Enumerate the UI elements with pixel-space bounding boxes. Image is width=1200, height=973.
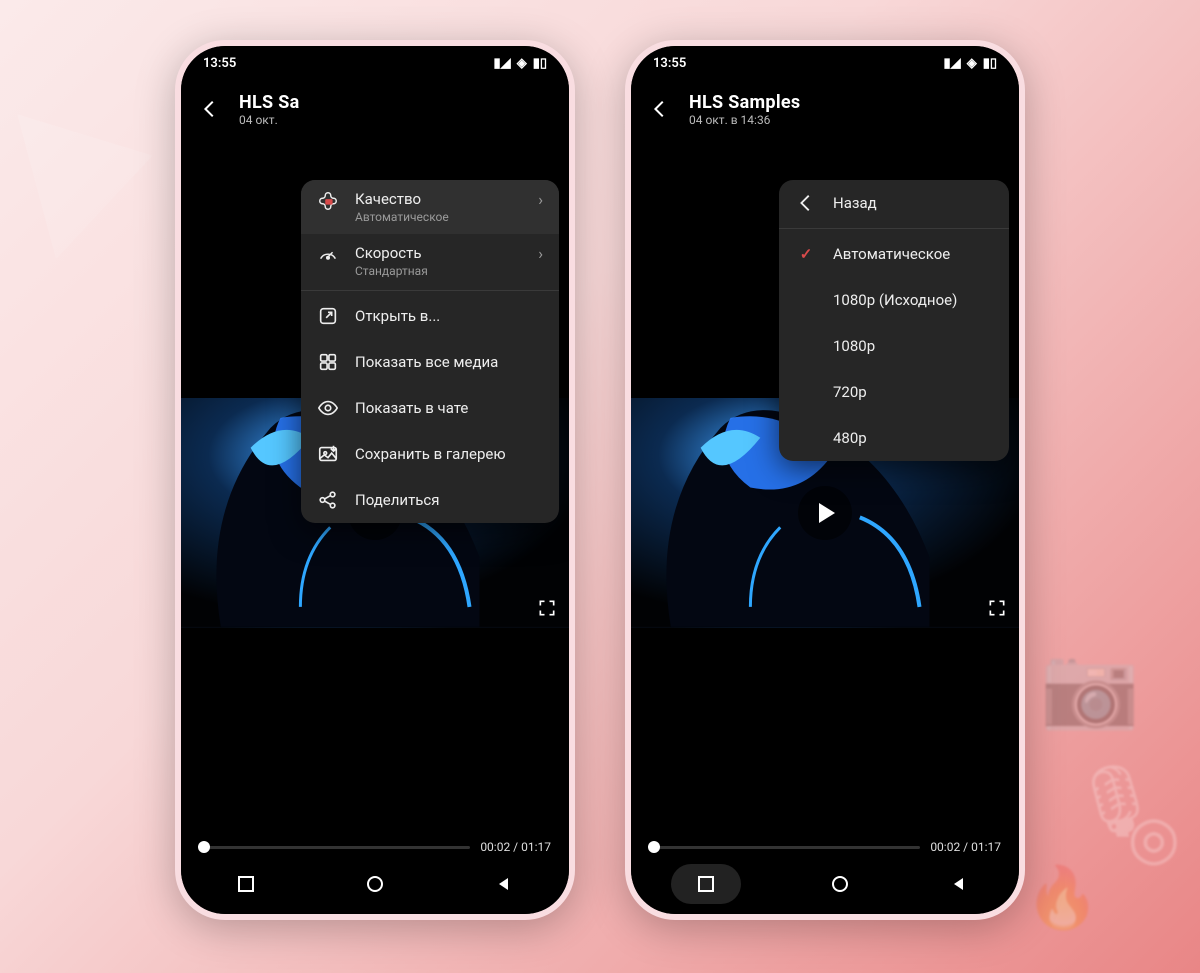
checkmark-icon: ✓ bbox=[795, 243, 817, 265]
bg-decor-camera-icon: 📷 bbox=[1040, 640, 1140, 734]
grid-icon bbox=[317, 351, 339, 373]
seekbar[interactable] bbox=[649, 846, 920, 849]
quality-menu-back[interactable]: Назад bbox=[779, 180, 1009, 226]
menu-item-speed[interactable]: Скорость Стандартная › bbox=[301, 234, 559, 288]
menu-separator bbox=[779, 228, 1009, 229]
speedometer-icon bbox=[317, 244, 339, 266]
menu-item-show-all-media-label: Показать все медиа bbox=[355, 353, 543, 371]
quality-option-720[interactable]: 720p bbox=[779, 369, 1009, 415]
menu-item-show-in-chat[interactable]: Показать в чате bbox=[301, 385, 559, 431]
menu-item-speed-value: Стандартная bbox=[355, 264, 522, 278]
nav-home-button[interactable] bbox=[820, 864, 860, 904]
menu-item-open-in-label: Открыть в... bbox=[355, 307, 543, 325]
seekbar-row: 00:02 / 01:17 bbox=[199, 840, 551, 854]
status-time: 13:55 bbox=[203, 56, 236, 71]
bg-decor-donut-icon: ◎ bbox=[1128, 802, 1180, 873]
status-icons: ▮◢ ◈ ▮▯ bbox=[494, 56, 547, 71]
video-title: HLS Samples bbox=[689, 92, 800, 113]
settings-hd-icon bbox=[317, 190, 339, 212]
play-button[interactable] bbox=[798, 486, 852, 540]
video-subtitle: 04 окт. в 14:36 bbox=[689, 113, 800, 127]
chevron-right-icon: › bbox=[538, 190, 543, 209]
menu-item-open-in[interactable]: Открыть в... bbox=[301, 293, 559, 339]
menu-item-quality[interactable]: Качество Автоматическое › bbox=[301, 180, 559, 234]
phone-left: 13:55 ▮◢ ◈ ▮▯ HLS Sa 04 окт. bbox=[175, 40, 575, 920]
back-button[interactable] bbox=[199, 98, 221, 120]
menu-item-speed-label: Скорость bbox=[355, 244, 522, 262]
menu-item-save-gallery-label: Сохранить в галерею bbox=[355, 445, 543, 463]
android-navbar bbox=[631, 862, 1019, 906]
signal-icon: ▮◢ bbox=[494, 56, 511, 71]
time-display: 00:02 / 01:17 bbox=[480, 840, 551, 854]
menu-item-save-gallery[interactable]: Сохранить в галерею bbox=[301, 431, 559, 477]
quality-option-1080-source[interactable]: 1080p (Исходное) bbox=[779, 277, 1009, 323]
save-image-icon bbox=[317, 443, 339, 465]
eye-icon bbox=[317, 397, 339, 419]
status-time: 13:55 bbox=[653, 56, 686, 71]
video-subtitle: 04 окт. bbox=[239, 113, 300, 127]
phone-right: 13:55 ▮◢ ◈ ▮▯ HLS Samples 04 окт. в 14:3… bbox=[625, 40, 1025, 920]
status-bar: 13:55 ▮◢ ◈ ▮▯ bbox=[631, 46, 1019, 80]
battery-icon: ▮▯ bbox=[533, 56, 547, 71]
quality-option-1080-label: 1080p bbox=[833, 337, 993, 355]
share-icon bbox=[317, 489, 339, 511]
seekbar-row: 00:02 / 01:17 bbox=[649, 840, 1001, 854]
player-header: HLS Sa 04 окт. bbox=[181, 80, 569, 138]
seekbar[interactable] bbox=[199, 846, 470, 849]
menu-item-show-in-chat-label: Показать в чате bbox=[355, 399, 543, 417]
back-button[interactable] bbox=[649, 98, 671, 120]
status-bar: 13:55 ▮◢ ◈ ▮▯ bbox=[181, 46, 569, 80]
quality-menu-back-label: Назад bbox=[833, 194, 993, 212]
nav-back-button[interactable] bbox=[484, 864, 524, 904]
menu-item-show-all-media[interactable]: Показать все медиа bbox=[301, 339, 559, 385]
nav-back-button[interactable] bbox=[939, 864, 979, 904]
menu-separator bbox=[301, 290, 559, 291]
chevron-right-icon: › bbox=[538, 244, 543, 263]
status-icons: ▮◢ ◈ ▮▯ bbox=[944, 56, 997, 71]
quality-option-720-label: 720p bbox=[833, 383, 993, 401]
nav-recents-button[interactable] bbox=[226, 864, 266, 904]
quality-option-480[interactable]: 480p bbox=[779, 415, 1009, 461]
open-external-icon bbox=[317, 305, 339, 327]
signal-icon: ▮◢ bbox=[944, 56, 961, 71]
options-menu: Качество Автоматическое › Скорость Станд… bbox=[301, 180, 559, 523]
menu-item-quality-value: Автоматическое bbox=[355, 210, 522, 224]
time-display: 00:02 / 01:17 bbox=[930, 840, 1001, 854]
wifi-icon: ◈ bbox=[967, 56, 977, 71]
quality-option-1080[interactable]: 1080p bbox=[779, 323, 1009, 369]
bg-decor-fire-icon: 🔥 bbox=[1025, 862, 1100, 933]
wifi-icon: ◈ bbox=[517, 56, 527, 71]
quality-option-auto[interactable]: ✓ Автоматическое bbox=[779, 231, 1009, 277]
quality-option-1080-source-label: 1080p (Исходное) bbox=[833, 291, 993, 309]
quality-menu: Назад ✓ Автоматическое 1080p (Исходное) … bbox=[779, 180, 1009, 461]
arrow-left-icon bbox=[795, 192, 817, 214]
player-header: HLS Samples 04 окт. в 14:36 bbox=[631, 80, 1019, 138]
android-navbar bbox=[181, 862, 569, 906]
quality-option-480-label: 480p bbox=[833, 429, 993, 447]
nav-recents-button[interactable] bbox=[671, 864, 741, 904]
video-title: HLS Sa bbox=[239, 92, 300, 113]
battery-icon: ▮▯ bbox=[983, 56, 997, 71]
fullscreen-icon[interactable] bbox=[987, 598, 1007, 618]
menu-item-share-label: Поделиться bbox=[355, 491, 543, 509]
menu-item-share[interactable]: Поделиться bbox=[301, 477, 559, 523]
nav-home-button[interactable] bbox=[355, 864, 395, 904]
fullscreen-icon[interactable] bbox=[537, 598, 557, 618]
menu-item-quality-label: Качество bbox=[355, 190, 522, 208]
quality-option-auto-label: Автоматическое bbox=[833, 245, 993, 263]
